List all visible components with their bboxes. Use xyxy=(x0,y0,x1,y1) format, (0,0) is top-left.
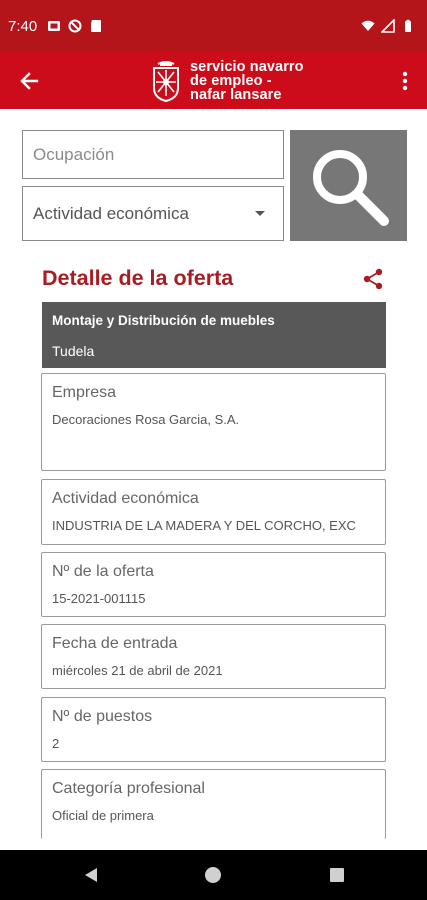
actividad-select-value: Actividad económica xyxy=(33,203,189,223)
logo-text: servicio navarro de empleo - nafar lansa… xyxy=(190,59,304,103)
navarra-shield-icon xyxy=(153,61,179,102)
empresa-value: Decoraciones Rosa Garcia, S.A. xyxy=(52,412,240,427)
num-oferta-value: 15-2021-001115 xyxy=(52,591,146,606)
logo-line-1: servicio navarro xyxy=(190,59,304,75)
overflow-menu-button[interactable] xyxy=(395,66,415,96)
logo-line-3: nafar lansare xyxy=(190,87,282,103)
system-status-icons xyxy=(361,19,415,33)
battery-icon xyxy=(405,19,411,32)
arrow-back-icon xyxy=(20,72,39,90)
status-bar: 7:40 xyxy=(0,0,427,52)
fecha-label: Fecha de entrada xyxy=(52,635,178,652)
share-icon[interactable] xyxy=(362,268,384,290)
fecha-value: miércoles 21 de abril de 2021 xyxy=(52,663,223,678)
app-bar: servicio navarro de empleo - nafar lansa… xyxy=(0,52,427,109)
search-button[interactable] xyxy=(290,130,407,241)
notification-icons xyxy=(47,19,103,33)
nav-back-icon[interactable] xyxy=(82,866,100,884)
app-logo: servicio navarro de empleo - nafar lansa… xyxy=(152,58,304,104)
sim-card-icon xyxy=(48,21,61,31)
num-oferta-label: Nº de la oferta xyxy=(52,563,154,580)
fecha-card: Fecha de entrada miércoles 21 de abril d… xyxy=(41,624,386,689)
more-vert-icon xyxy=(402,71,408,91)
puestos-card: Nº de puestos 2 xyxy=(41,697,386,762)
wifi-icon xyxy=(361,20,375,31)
nav-recents-icon[interactable] xyxy=(330,868,344,882)
back-button[interactable] xyxy=(14,66,44,96)
offer-location: Tudela xyxy=(52,343,95,359)
signal-icon xyxy=(381,19,395,33)
categoria-card: Categoría profesional Oficial de primera xyxy=(41,769,386,839)
logo-line-2: de empleo - xyxy=(190,73,272,89)
actividad-value: INDUSTRIA DE LA MADERA Y DEL CORCHO, EXC xyxy=(52,518,356,533)
actividad-card: Actividad económica INDUSTRIA DE LA MADE… xyxy=(41,479,386,545)
nav-home-icon[interactable] xyxy=(205,867,221,883)
empresa-card: Empresa Decoraciones Rosa Garcia, S.A. xyxy=(41,373,386,471)
blocked-icon xyxy=(68,19,82,33)
dropdown-arrow-icon xyxy=(255,211,265,216)
num-oferta-card: Nº de la oferta 15-2021-001115 xyxy=(41,552,386,617)
offer-title: Montaje y Distribución de muebles xyxy=(52,313,275,328)
categoria-label: Categoría profesional xyxy=(52,780,205,797)
detail-title: Detalle de la oferta xyxy=(42,266,234,290)
actividad-economica-select[interactable]: Actividad económica xyxy=(22,186,284,241)
system-nav-bar xyxy=(0,850,427,900)
ocupacion-input[interactable] xyxy=(22,130,284,179)
offer-banner: Montaje y Distribución de muebles Tudela xyxy=(42,302,386,368)
puestos-label: Nº de puestos xyxy=(52,708,153,725)
categoria-value: Oficial de primera xyxy=(52,808,154,823)
search-icon xyxy=(312,149,389,226)
puestos-value: 2 xyxy=(52,736,60,751)
sd-card-icon xyxy=(91,20,102,32)
empresa-label: Empresa xyxy=(52,384,117,401)
actividad-label: Actividad económica xyxy=(52,490,199,507)
status-time: 7:40 xyxy=(8,17,38,35)
